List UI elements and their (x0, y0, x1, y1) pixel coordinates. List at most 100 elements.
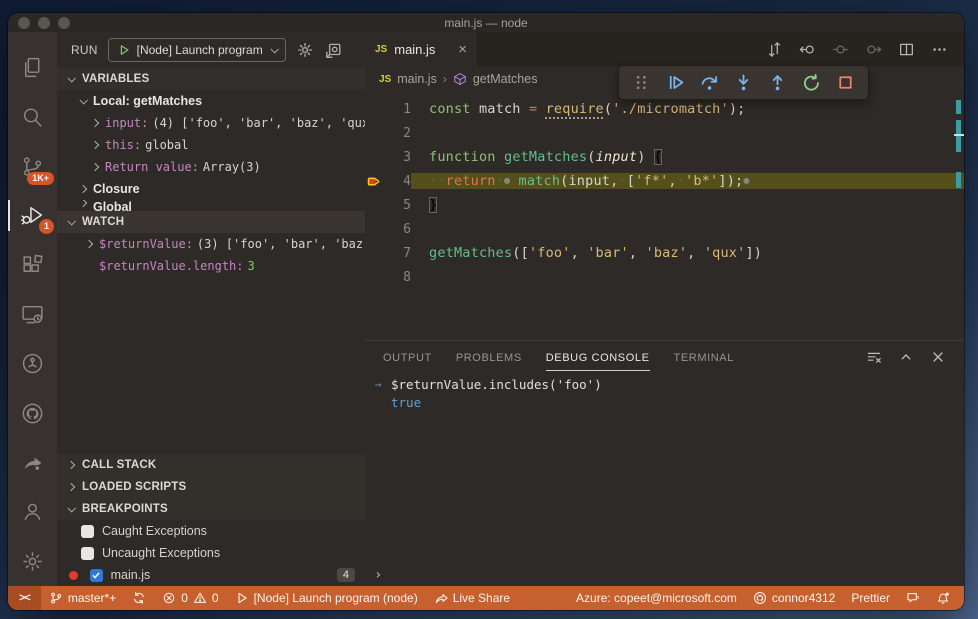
code-editor[interactable]: 1 const match = require('./micromatch'); 2… (365, 92, 964, 340)
feedback-icon (906, 591, 920, 605)
activity-github-icon[interactable] (8, 389, 57, 438)
tab-main-js[interactable]: JS main.js × (365, 32, 477, 66)
notifications-status[interactable] (928, 586, 958, 610)
activity-settings-icon[interactable] (8, 537, 57, 586)
code-line[interactable]: 5} (365, 193, 964, 217)
variable-row[interactable]: input: (4) ['foo', 'bar', 'baz', 'qux'] (57, 112, 365, 134)
continue-icon[interactable] (662, 69, 689, 96)
live-share-status[interactable]: Live Share (426, 586, 518, 610)
breakpoint-row[interactable]: Caught Exceptions (57, 520, 365, 542)
step-over-icon[interactable] (696, 69, 723, 96)
sync-status[interactable] (124, 586, 154, 610)
code-line[interactable]: 1 const match = require('./micromatch'); (365, 97, 964, 121)
maximize-panel-icon[interactable] (898, 349, 914, 365)
twistie-right-icon[interactable] (77, 200, 89, 208)
call-stack-section-header[interactable]: CALL STACK (57, 454, 365, 476)
variable-row[interactable]: Return value: Array(3) (57, 156, 365, 178)
github-account-status[interactable]: connor4312 (745, 586, 843, 610)
stop-icon[interactable] (832, 69, 859, 96)
breakpoint-count-badge: 4 (336, 568, 355, 582)
step-out-icon[interactable] (764, 69, 791, 96)
variable-name: Return value: (105, 160, 199, 174)
debug-console[interactable]: → $returnValue.includes('foo') true › (365, 373, 964, 586)
checkbox-unchecked[interactable] (81, 524, 94, 538)
error-icon (162, 591, 176, 605)
breakpoint-row[interactable]: Uncaught Exceptions (57, 542, 365, 564)
variables-section-header[interactable]: VARIABLES (57, 68, 365, 90)
variable-row[interactable]: Global (57, 200, 365, 211)
checkbox-checked[interactable] (89, 568, 103, 582)
loaded-scripts-section-header[interactable]: LOADED SCRIPTS (57, 476, 365, 498)
problems-status[interactable]: 00 (154, 586, 226, 610)
checkbox-unchecked[interactable] (81, 546, 94, 560)
console-expression-row: → $returnValue.includes('foo') (365, 375, 964, 393)
twistie-right-icon[interactable] (89, 118, 101, 128)
code-line[interactable]: 8 (365, 265, 964, 289)
activity-run-and-debug-icon[interactable]: 1 (8, 191, 57, 240)
code-line[interactable]: 3 function getMatches(input) { (365, 145, 964, 169)
activity-explorer-icon[interactable] (8, 43, 57, 92)
panel-tab-terminal[interactable]: TERMINAL (674, 344, 734, 371)
panel-tab-debug-console[interactable]: DEBUG CONSOLE (545, 344, 650, 371)
azure-account-status[interactable]: Azure: copeet@microsoft.com (568, 586, 745, 610)
window-title: main.js — node (444, 15, 528, 30)
watch-row[interactable]: $returnValue: (3) ['foo', 'bar', 'baz'] (57, 233, 365, 255)
panel-tab-problems[interactable]: PROBLEMS (456, 344, 522, 371)
activity-live-share-icon[interactable] (8, 438, 57, 487)
open-debug-console-icon[interactable] (324, 41, 342, 59)
title-bar: main.js — node (8, 13, 964, 32)
restart-icon[interactable] (798, 69, 825, 96)
git-branch-status[interactable]: master*+ (41, 586, 124, 610)
status-text: >< (19, 592, 31, 604)
debug-settings-gear-icon[interactable] (296, 41, 314, 59)
variable-row[interactable]: this: global (57, 134, 365, 156)
previous-change--icon[interactable] (799, 41, 816, 58)
panel-tab-output[interactable]: OUTPUT (383, 344, 432, 371)
compare-changes--icon[interactable] (766, 41, 783, 58)
twistie-down-icon[interactable] (77, 96, 89, 105)
watch-row[interactable]: $returnValue.length: 3 (57, 255, 365, 277)
activity-runner-icon[interactable] (8, 339, 57, 388)
code-line[interactable]: 6 (365, 217, 964, 241)
step-into-icon[interactable] (730, 69, 757, 96)
breakpoint-row[interactable]: main.js 4 (57, 564, 365, 586)
code-line[interactable]: 7 getMatches(['foo', 'bar', 'baz', 'qux']… (365, 241, 964, 265)
twistie-right-icon[interactable] (77, 184, 89, 194)
code-line[interactable]: 2 (365, 121, 964, 145)
breakpoint-current-arrow-icon[interactable] (365, 174, 382, 189)
line-number: 1 (403, 101, 411, 117)
twistie-right-icon[interactable] (89, 140, 101, 150)
breadcrumb-symbol[interactable]: getMatches (473, 72, 538, 86)
remote-indicator[interactable]: >< (8, 586, 41, 610)
close-panel-icon[interactable] (930, 349, 946, 365)
activity-extensions-icon[interactable] (8, 240, 57, 289)
github-small-icon (753, 591, 767, 605)
more-actions--icon[interactable] (931, 41, 948, 58)
clear-console-icon[interactable] (866, 349, 882, 365)
debug-launch-status[interactable]: [Node] Launch program (node) (227, 586, 426, 610)
feedback-status[interactable] (898, 586, 928, 610)
code-line-current[interactable]: 4 ··return·● match(input,·['f*',·'b*']);● (365, 169, 964, 193)
change-indicator-icon[interactable] (832, 41, 849, 58)
activity-source-control-icon[interactable]: 1K+ (8, 142, 57, 191)
watch-section-header[interactable]: WATCH (57, 211, 365, 233)
console-input[interactable]: › (365, 564, 964, 586)
prettier-status[interactable]: Prettier (843, 586, 898, 610)
next-change--icon[interactable] (865, 41, 882, 58)
drag-handle-icon[interactable] (628, 69, 655, 96)
twistie-right-icon[interactable] (89, 162, 101, 172)
activity-search-icon[interactable] (8, 92, 57, 141)
split-editor--icon[interactable] (898, 41, 915, 58)
breadcrumb-file[interactable]: main.js (397, 72, 437, 86)
activity-remote-explorer-icon[interactable] (8, 290, 57, 339)
twistie-right-icon[interactable] (83, 239, 95, 249)
launch-config-dropdown[interactable]: [Node] Launch program (107, 38, 286, 62)
breakpoints-section-header[interactable]: BREAKPOINTS (57, 498, 365, 520)
breakpoint-label: Caught Exceptions (102, 524, 207, 538)
start-debug-icon[interactable] (117, 43, 131, 57)
variable-row[interactable]: Local: getMatches (57, 90, 365, 112)
tab-bar: JS main.js × (365, 32, 964, 66)
variable-row[interactable]: Closure (57, 178, 365, 200)
close-tab-icon[interactable]: × (458, 42, 467, 57)
activity-accounts-icon[interactable] (8, 487, 57, 536)
